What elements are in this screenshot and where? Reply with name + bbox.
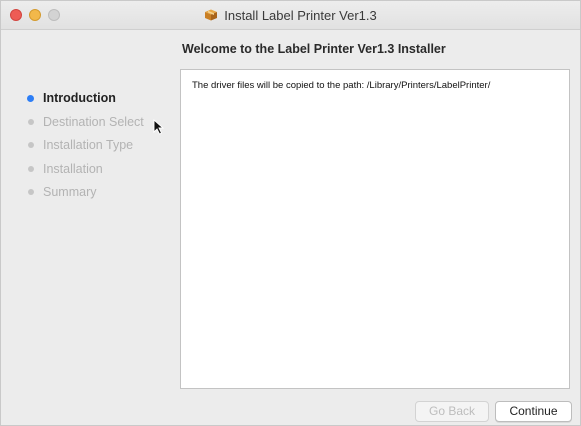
page-title: Welcome to the Label Printer Ver1.3 Inst… xyxy=(182,42,446,56)
step-label: Installation Type xyxy=(43,138,134,152)
installer-steps-sidebar: Introduction Destination Select Installa… xyxy=(21,89,144,207)
step-introduction: Introduction xyxy=(21,89,144,113)
window-title: Install Label Printer Ver1.3 xyxy=(224,7,377,23)
step-bullet-icon xyxy=(28,189,34,195)
step-label: Destination Select xyxy=(43,114,144,129)
step-bullet-icon xyxy=(28,142,34,148)
installer-window: Install Label Printer Ver1.3 Welcome to … xyxy=(0,0,581,426)
window-title-group: Install Label Printer Ver1.3 xyxy=(1,1,580,29)
step-bullet-icon xyxy=(28,118,34,125)
step-installation-type: Installation Type xyxy=(21,136,144,160)
content-pane[interactable]: The driver files will be copied to the p… xyxy=(180,69,570,389)
step-summary: Summary xyxy=(21,183,144,207)
step-installation: Installation xyxy=(21,160,144,184)
go-back-button[interactable]: Go Back xyxy=(415,401,489,422)
step-label: Installation xyxy=(43,161,103,176)
step-label: Summary xyxy=(43,185,97,199)
step-bullet-icon xyxy=(27,95,34,102)
step-label: Introduction xyxy=(43,91,116,105)
install-path-message: The driver files will be copied to the p… xyxy=(192,80,491,91)
step-destination-select: Destination Select xyxy=(21,113,144,137)
title-bar[interactable]: Install Label Printer Ver1.3 xyxy=(1,1,580,30)
package-icon xyxy=(205,9,218,21)
continue-button[interactable]: Continue xyxy=(495,401,572,422)
mouse-pointer-icon xyxy=(153,119,165,135)
step-bullet-icon xyxy=(28,165,34,172)
